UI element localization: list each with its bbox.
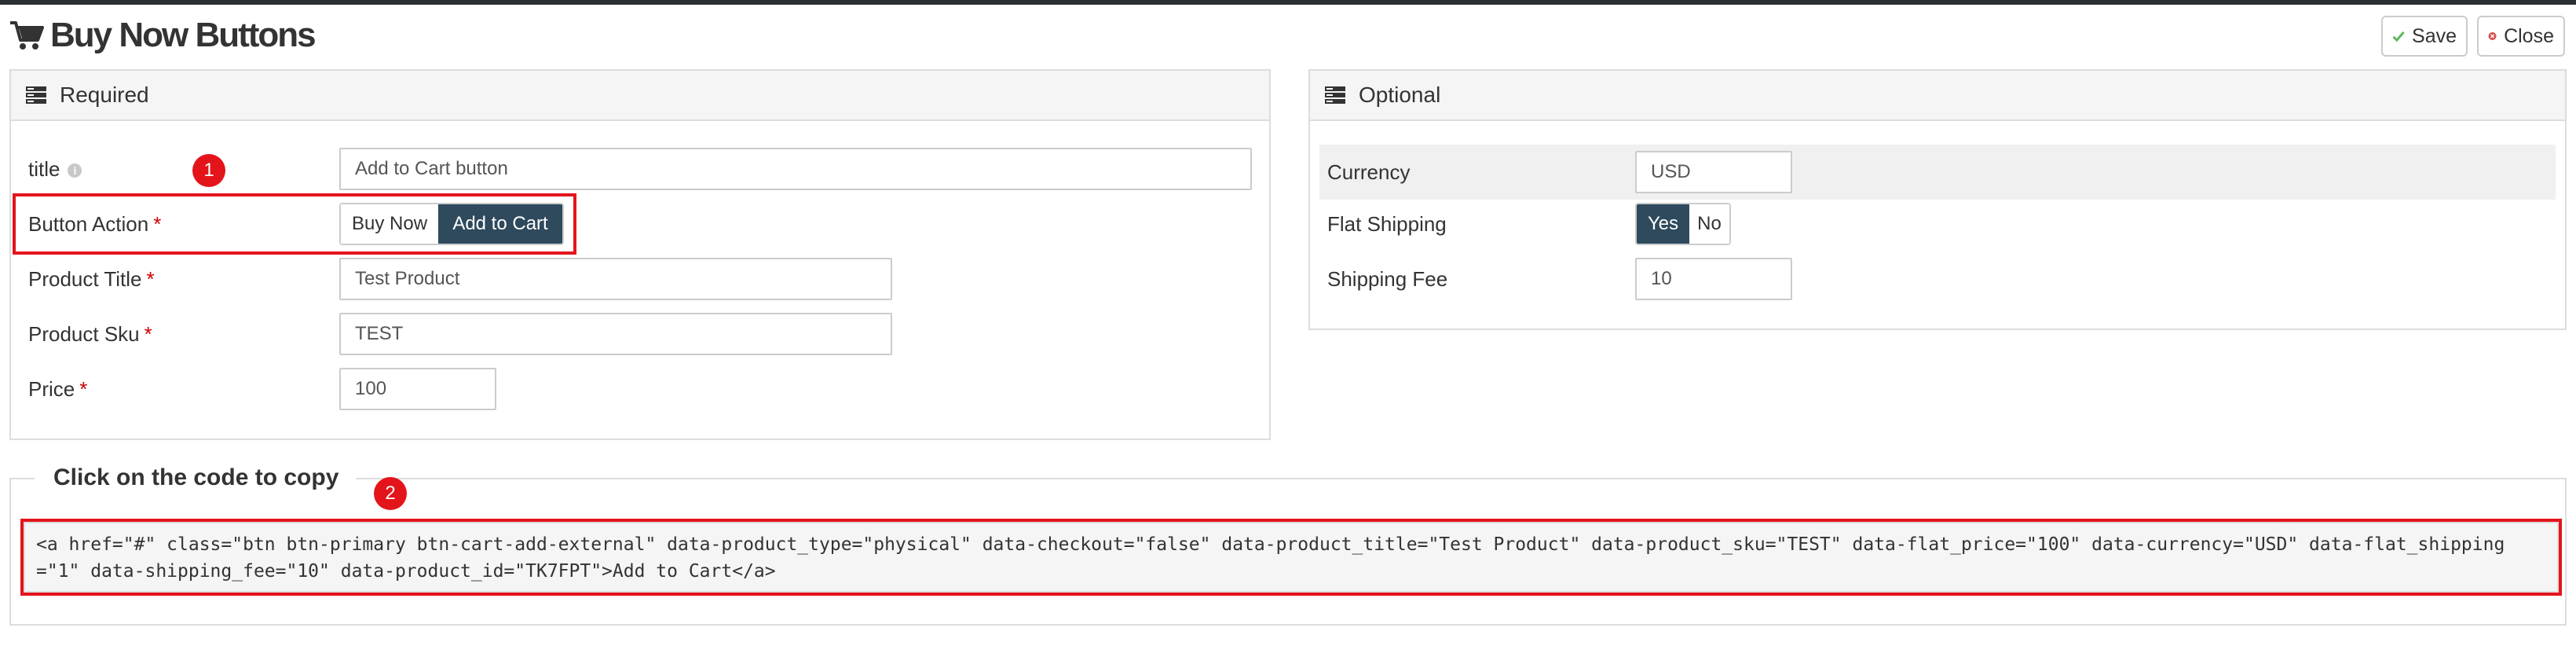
shipping-fee-row: Shipping Fee 10 [1310, 258, 2565, 302]
flat-shipping-no-option[interactable]: No [1689, 204, 1729, 244]
info-icon[interactable]: i [68, 163, 82, 178]
product-title-label: Product Title * [28, 267, 155, 292]
currency-label: Currency [1327, 160, 1411, 184]
optional-panel-title: Optional [1359, 83, 1441, 107]
shipping-fee-input[interactable]: 10 [1635, 258, 1792, 300]
flat-shipping-row: Flat Shipping Yes No [1310, 203, 2565, 247]
required-panel-header: Required [11, 71, 1269, 121]
check-icon [2392, 31, 2405, 42]
flat-shipping-yes-option[interactable]: Yes [1637, 204, 1690, 244]
price-label: Price * [28, 377, 87, 402]
currency-input[interactable]: USD [1635, 151, 1792, 193]
price-label-text: Price [28, 377, 75, 401]
page-title: Buy Now Buttons [9, 11, 317, 60]
currency-row: Currency USD [1319, 145, 2556, 200]
flat-shipping-toggle: Yes No [1635, 203, 1731, 245]
shopping-cart-icon [10, 21, 44, 50]
required-star: * [144, 322, 152, 346]
flat-shipping-label: Flat Shipping [1327, 212, 1447, 236]
shipping-fee-label: Shipping Fee [1327, 267, 1448, 291]
product-title-row: Product Title * Test Product [11, 258, 1269, 302]
code-section-legend: Click on the code to copy [35, 461, 357, 495]
annotation-badge-2: 2 [374, 477, 407, 510]
product-sku-label: Product Sku * [28, 322, 152, 347]
required-star: * [146, 267, 155, 291]
server-list-icon [26, 86, 46, 104]
top-bar [0, 0, 2576, 5]
required-panel-title: Required [60, 83, 149, 107]
code-highlight [20, 519, 2562, 596]
annotation-badge-1: 1 [192, 154, 225, 187]
product-title-label-text: Product Title [28, 267, 142, 291]
title-label: title i [28, 157, 82, 182]
close-button-label: Close [2504, 24, 2554, 47]
server-list-icon [1325, 86, 1345, 104]
optional-panel-header: Optional [1310, 71, 2565, 121]
title-input[interactable]: Add to Cart button [339, 148, 1252, 190]
optional-panel: Optional Currency USD Flat Shipping Yes … [1308, 69, 2567, 330]
close-circle-icon [2488, 31, 2497, 41]
product-title-input[interactable]: Test Product [339, 258, 892, 300]
title-label-text: title [28, 157, 60, 181]
product-sku-row: Product Sku * TEST [11, 313, 1269, 357]
required-star: * [79, 377, 88, 401]
price-input[interactable]: 100 [339, 368, 496, 410]
save-button[interactable]: Save [2381, 16, 2468, 57]
price-row: Price * 100 [11, 368, 1269, 412]
required-panel: Required title i Add to Cart button Butto… [9, 69, 1271, 440]
product-sku-input[interactable]: TEST [339, 313, 892, 355]
save-button-label: Save [2412, 24, 2457, 47]
button-action-highlight [13, 193, 576, 255]
page-title-text: Buy Now Buttons [50, 16, 317, 54]
product-sku-label-text: Product Sku [28, 322, 140, 346]
close-button[interactable]: Close [2477, 16, 2565, 57]
